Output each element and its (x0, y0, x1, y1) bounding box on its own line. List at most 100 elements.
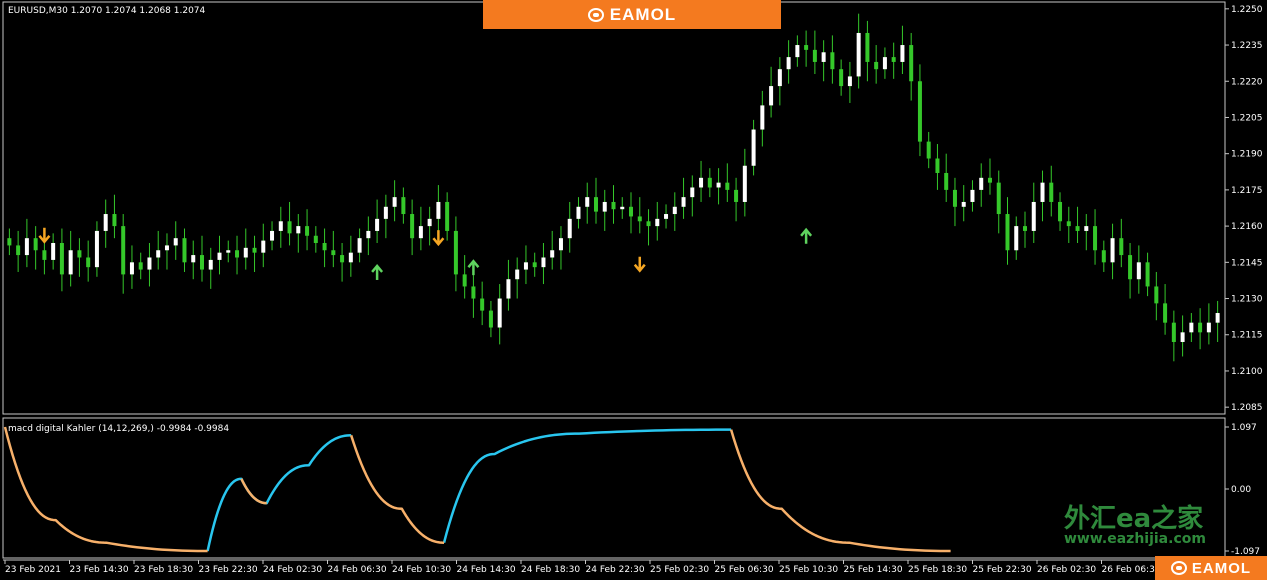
candle-body (357, 238, 362, 253)
eamol-logo-icon-bottom (1170, 561, 1187, 575)
buy-arrow-icon (467, 259, 480, 276)
candle-body (147, 257, 152, 270)
candle-body (646, 221, 651, 227)
candle-body (795, 45, 800, 58)
time-tick-label: 23 Feb 18:30 (134, 565, 193, 575)
candle-body (199, 255, 204, 270)
time-tick-label: 24 Feb 22:30 (586, 565, 645, 575)
candle-body (1075, 226, 1080, 231)
brand-banner-top: EAMOL (483, 0, 781, 29)
candle-body (1128, 255, 1133, 280)
candle-body (383, 206, 388, 219)
time-tick-label: 25 Feb 18:30 (908, 565, 967, 575)
candle-body (77, 250, 82, 258)
candle-body (734, 189, 739, 202)
time-tick-label: 23 Feb 22:30 (199, 565, 258, 575)
candle-body (86, 257, 91, 268)
candle-body (716, 182, 721, 188)
indicator-panel-border (2, 417, 1226, 559)
time-tick-label: 24 Feb 06:30 (328, 565, 387, 575)
candle-body (173, 238, 178, 246)
candle-body (375, 218, 380, 231)
candle-body (567, 218, 572, 239)
candle-body (24, 238, 29, 256)
price-tick-label: 1.2235 (1231, 41, 1263, 51)
candle-body (340, 255, 345, 263)
candles-group (7, 13, 1220, 362)
time-tick-label: 24 Feb 18:30 (521, 565, 580, 575)
candle-body (856, 32, 861, 77)
candle-body (1101, 250, 1106, 263)
buy-arrow-icon (371, 264, 384, 280)
brand-name-top: EAMOL (609, 4, 677, 24)
time-tick-label: 23 Feb 2021 (5, 565, 61, 575)
watermark-url: www.eazhijia.com (1064, 531, 1206, 547)
candle-body (821, 52, 826, 62)
candle-body (348, 252, 353, 263)
candle-body (427, 218, 432, 227)
candle-body (926, 141, 931, 159)
candle-body (471, 286, 476, 299)
candle-body (305, 226, 310, 236)
candle-body (488, 310, 493, 328)
candle-body (681, 197, 686, 207)
candle-body (593, 197, 598, 212)
candle-body (129, 262, 134, 275)
candle-body (1171, 322, 1176, 342)
indicator-axis: 1.0970.00-1.097 (1225, 423, 1260, 557)
time-tick-label: 24 Feb 14:30 (457, 565, 516, 575)
candle-body (313, 235, 318, 244)
candle-body (261, 240, 266, 253)
indicator-lines-group (3, 426, 951, 553)
candle-body (847, 76, 852, 87)
sell-arrow-icon (633, 256, 646, 273)
candle-body (611, 201, 616, 210)
candle-body (506, 279, 511, 299)
candle-body (532, 262, 537, 268)
candle-body (112, 214, 117, 227)
brand-banner-bottom: EAMOL (1155, 556, 1267, 580)
candle-body (270, 230, 275, 241)
candle-body (1189, 322, 1194, 333)
candle-body (217, 252, 222, 260)
candle-body (16, 245, 21, 256)
candle-body (1180, 332, 1185, 342)
candle-body (235, 250, 240, 258)
signal-arrows-group (38, 227, 813, 280)
candle-body (742, 165, 747, 202)
candle-body (1215, 313, 1220, 323)
sell-arrow-icon (432, 230, 445, 247)
price-tick-label: 1.2205 (1231, 113, 1263, 123)
candle-body (226, 250, 231, 253)
price-tick-label: 1.2220 (1231, 77, 1263, 87)
candle-body (480, 298, 485, 311)
candle-body (769, 86, 774, 106)
candle-body (952, 189, 957, 207)
candle-body (1040, 182, 1045, 202)
symbol-info: EURUSD,M30 1.2070 1.2074 1.2068 1.2074 (8, 6, 206, 16)
candle-body (252, 247, 257, 253)
candle-body (935, 158, 940, 173)
candle-body (909, 45, 914, 82)
price-tick-label: 1.2085 (1231, 403, 1263, 413)
candle-body (541, 257, 546, 268)
candle-body (620, 206, 625, 210)
candle-body (900, 45, 905, 62)
indicator-tick-label: 1.097 (1231, 423, 1257, 433)
indicator-title: macd digital Kahler (14,12,269,) -0.9984… (8, 424, 229, 434)
candle-body (51, 243, 56, 260)
candle-body (699, 177, 704, 188)
candle-body (156, 250, 161, 258)
price-tick-label: 1.2175 (1231, 186, 1263, 196)
candle-body (979, 177, 984, 190)
mt4-chart[interactable]: 1.2250 1.2235 1.2220 1.2205 1.2190 1.2175 1.21… (0, 0, 1267, 580)
candle-body (970, 189, 975, 202)
candle-body (839, 69, 844, 87)
candle-body (1198, 322, 1203, 333)
candle-body (191, 255, 196, 263)
candle-body (445, 201, 450, 231)
candle-body (7, 238, 12, 246)
candle-body (804, 45, 809, 50)
candle-body (138, 262, 143, 270)
price-tick-label: 1.2100 (1231, 367, 1263, 377)
